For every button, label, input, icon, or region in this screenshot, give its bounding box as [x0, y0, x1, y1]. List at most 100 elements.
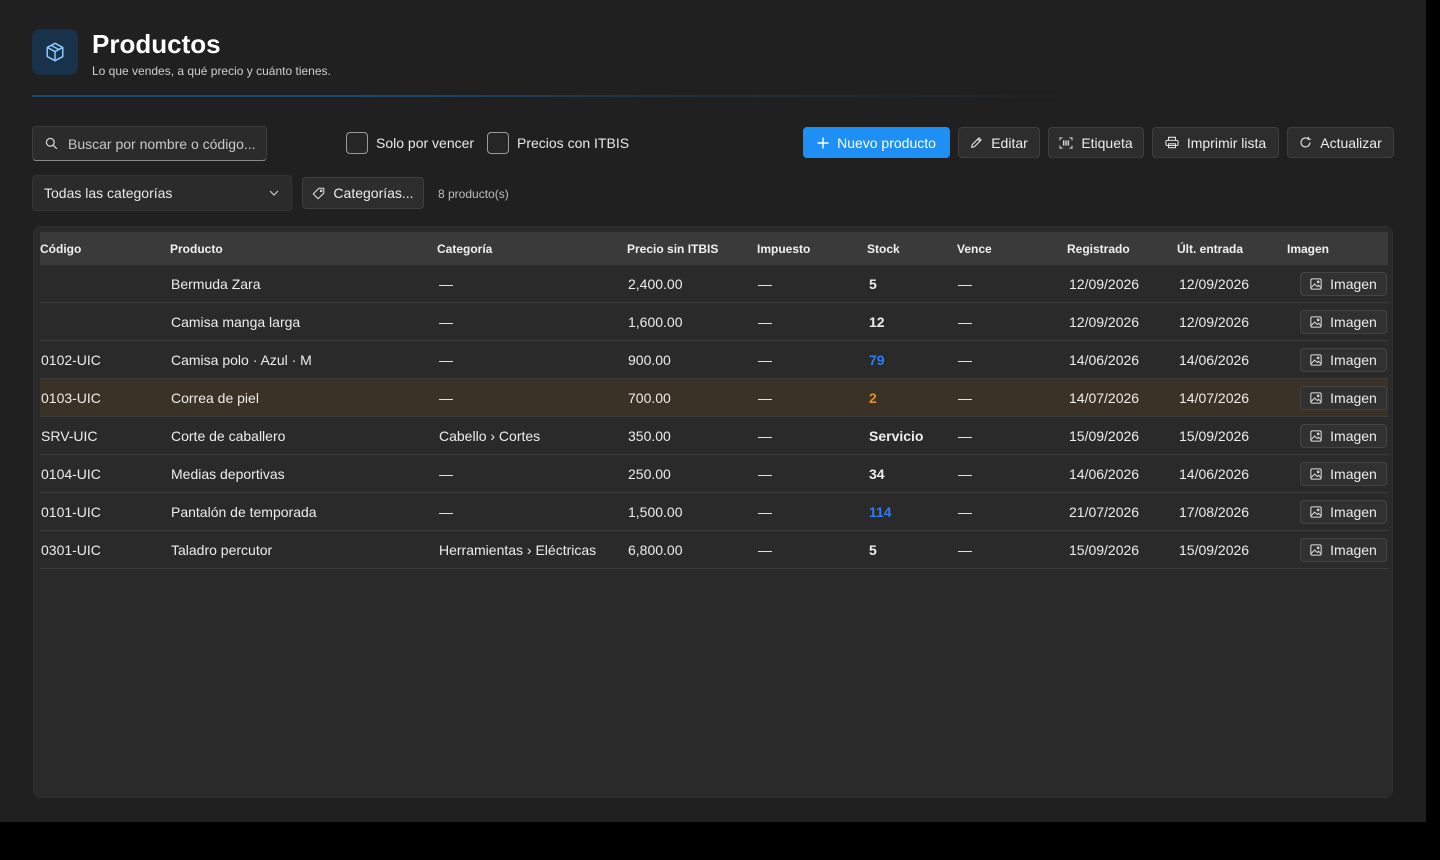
image-button-label: Imagen: [1330, 314, 1377, 330]
cell-product: Corte de caballero: [171, 428, 286, 444]
image-icon: [1310, 430, 1330, 442]
image-icon: [1310, 278, 1330, 290]
image-button[interactable]: Imagen: [1300, 500, 1387, 524]
cell-tax: —: [758, 504, 772, 520]
cell-price: 900.00: [628, 352, 671, 368]
table-body: Bermuda Zara — 2,400.00 — 5 — 12/09/2026 12/09/…: [40, 265, 1388, 569]
column-header-product[interactable]: Producto: [170, 242, 223, 256]
cell-code: 0301-UIC: [41, 542, 101, 558]
cell-registered: 21/07/2026: [1069, 504, 1140, 520]
expiring-only-checkbox[interactable]: Solo por vencer: [346, 132, 474, 154]
products-table: Código Producto Categoría Precio sin ITB…: [33, 226, 1393, 798]
image-button[interactable]: Imagen: [1300, 424, 1387, 448]
column-header-tax[interactable]: Impuesto: [757, 242, 810, 256]
cell-expires: —: [958, 390, 972, 406]
cell-product: Bermuda Zara: [171, 276, 261, 292]
table-row[interactable]: 0104-UIC Medias deportivas — 250.00 — 34 — 14/0…: [40, 455, 1388, 493]
cell-stock: 12: [869, 314, 885, 330]
chevron-down-icon: [269, 190, 279, 196]
refresh-label: Actualizar: [1320, 134, 1382, 151]
cell-category: —: [439, 504, 453, 520]
image-icon: [1310, 544, 1330, 556]
table-row[interactable]: SRV-UIC Corte de caballero Cabello › Corte…: [40, 417, 1388, 455]
cell-tax: —: [758, 390, 772, 406]
cell-stock: 5: [869, 276, 877, 292]
image-button-label: Imagen: [1330, 542, 1377, 558]
cell-registered: 12/09/2026: [1069, 276, 1140, 292]
cell-last-entry: 15/09/2026: [1179, 542, 1250, 558]
column-header-price[interactable]: Precio sin ITBIS: [627, 242, 718, 256]
table-header: Código Producto Categoría Precio sin ITB…: [40, 232, 1388, 265]
edit-button[interactable]: Editar: [958, 127, 1040, 158]
tag-icon: [312, 187, 325, 200]
table-row[interactable]: 0301-UIC Taladro percutor Herramientas › E…: [40, 531, 1388, 569]
image-button[interactable]: Imagen: [1300, 272, 1387, 296]
header-divider: [32, 95, 1092, 97]
cell-category: Herramientas › Eléctricas: [439, 542, 597, 558]
search-input[interactable]: [68, 135, 258, 152]
cell-stock: 114: [869, 504, 892, 520]
label-button[interactable]: Etiqueta: [1048, 127, 1144, 158]
cell-price: 1,500.00: [628, 504, 683, 520]
cell-registered: 15/09/2026: [1069, 542, 1140, 558]
cell-tax: —: [758, 466, 772, 482]
search-icon: [45, 137, 58, 150]
cell-registered: 14/06/2026: [1069, 352, 1140, 368]
image-icon: [1310, 316, 1330, 328]
column-header-category[interactable]: Categoría: [437, 242, 492, 256]
table-row[interactable]: 0101-UIC Pantalón de temporada — 1,500.00 — 1…: [40, 493, 1388, 531]
image-icon: [1310, 354, 1330, 366]
cell-last-entry: 12/09/2026: [1179, 276, 1250, 292]
cell-tax: —: [758, 314, 772, 330]
column-header-registered[interactable]: Registrado: [1067, 242, 1130, 256]
cell-expires: —: [958, 428, 972, 444]
cell-product: Medias deportivas: [171, 466, 285, 482]
categories-button[interactable]: Categorías...: [302, 177, 424, 209]
table-row[interactable]: Camisa manga larga — 1,600.00 — 12 — 12/09/202…: [40, 303, 1388, 341]
cell-product: Correa de piel: [171, 390, 259, 406]
edit-label: Editar: [991, 134, 1028, 151]
new-product-label: Nuevo producto: [837, 134, 936, 151]
checkbox-box[interactable]: [346, 132, 368, 154]
cell-stock: 79: [869, 352, 885, 368]
cell-stock: 5: [869, 542, 877, 558]
column-header-last-entry[interactable]: Últ. entrada: [1177, 242, 1243, 256]
cell-stock: 2: [869, 390, 877, 406]
cell-product: Camisa polo · Azul · M: [171, 352, 312, 368]
cell-expires: —: [958, 542, 972, 558]
table-row[interactable]: 0103-UIC Correa de piel — 700.00 — 2 — 14/07/20…: [40, 379, 1388, 417]
image-button[interactable]: Imagen: [1300, 462, 1387, 486]
cell-product: Camisa manga larga: [171, 314, 301, 330]
table-row[interactable]: Bermuda Zara — 2,400.00 — 5 — 12/09/2026 12/09/…: [40, 265, 1388, 303]
column-header-expires[interactable]: Vence: [957, 242, 992, 256]
cell-code: SRV-UIC: [41, 428, 98, 444]
image-button[interactable]: Imagen: [1300, 348, 1387, 372]
image-button[interactable]: Imagen: [1300, 538, 1387, 562]
image-button[interactable]: Imagen: [1300, 310, 1387, 334]
cell-last-entry: 14/06/2026: [1179, 466, 1250, 482]
cell-last-entry: 15/09/2026: [1179, 428, 1250, 444]
refresh-button[interactable]: Actualizar: [1287, 127, 1394, 158]
print-list-label: Imprimir lista: [1186, 134, 1267, 151]
category-filter-select[interactable]: Todas las categorías: [32, 175, 292, 211]
checkbox-box[interactable]: [487, 132, 509, 154]
category-select-value: Todas las categorías: [44, 185, 173, 201]
image-button[interactable]: Imagen: [1300, 386, 1387, 410]
search-box[interactable]: [32, 126, 267, 161]
prices-with-itbis-checkbox[interactable]: Precios con ITBIS: [487, 132, 629, 154]
table-row[interactable]: 0102-UIC Camisa polo · Azul · M — 900.00 — 79…: [40, 341, 1388, 379]
image-button-label: Imagen: [1330, 504, 1377, 520]
column-header-code[interactable]: Código: [40, 242, 81, 256]
new-product-button[interactable]: Nuevo producto: [803, 127, 950, 158]
cell-expires: —: [958, 352, 972, 368]
column-header-stock[interactable]: Stock: [867, 242, 900, 256]
column-header-image[interactable]: Imagen: [1287, 242, 1329, 256]
cell-code: 0103-UIC: [41, 390, 101, 406]
page-title: Productos: [92, 29, 221, 59]
printer-icon: [1165, 136, 1179, 149]
cell-category: —: [439, 352, 453, 368]
print-list-button[interactable]: Imprimir lista: [1152, 127, 1279, 158]
categories-label: Categorías...: [333, 185, 414, 201]
barcode-icon: [1059, 136, 1073, 149]
image-button-label: Imagen: [1330, 352, 1377, 368]
